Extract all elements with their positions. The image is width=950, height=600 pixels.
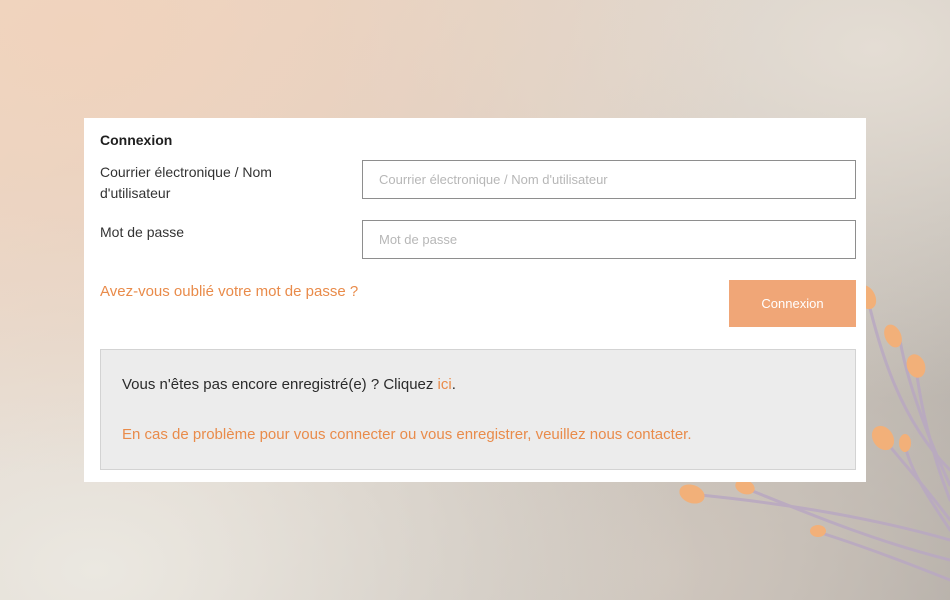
register-info-box: Vous n'êtes pas encore enregistré(e) ? C… bbox=[100, 349, 856, 470]
contact-link[interactable]: En cas de problème pour vous connecter o… bbox=[122, 426, 692, 443]
register-prompt-suffix: . bbox=[451, 376, 456, 393]
password-input[interactable] bbox=[362, 220, 856, 259]
forgot-password-link[interactable]: Avez-vous oublié votre mot de passe ? bbox=[100, 283, 358, 300]
login-card: Connexion Courrier électronique / Nom d'… bbox=[84, 118, 866, 482]
register-link[interactable]: ici bbox=[438, 376, 452, 393]
register-prompt-text: Vous n'êtes pas encore enregistré(e) ? C… bbox=[122, 376, 438, 393]
login-title: Connexion bbox=[100, 132, 173, 148]
register-prompt: Vous n'êtes pas encore enregistré(e) ? C… bbox=[122, 376, 456, 393]
email-input[interactable] bbox=[362, 160, 856, 199]
password-label: Mot de passe bbox=[100, 224, 185, 240]
email-label: Courrier électronique / Nom d'utilisateu… bbox=[100, 164, 272, 201]
login-button[interactable]: Connexion bbox=[729, 280, 856, 327]
